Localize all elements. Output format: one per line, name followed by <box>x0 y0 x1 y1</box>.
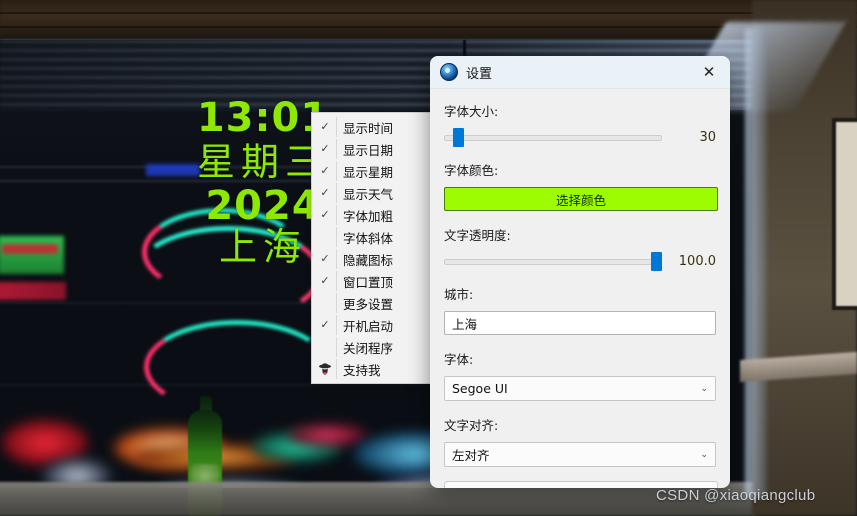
menu-item-label: 字体加粗 <box>343 208 394 224</box>
menu-item-more-settings[interactable]: 更多设置 <box>312 292 430 314</box>
menu-item-label: 显示时间 <box>343 120 394 136</box>
person-icon <box>314 362 336 376</box>
menu-item-font-italic[interactable]: 字体斜体 <box>312 226 430 248</box>
check-icon: ✓ <box>320 143 330 155</box>
check-icon: ✓ <box>320 319 330 331</box>
menu-item-label: 隐藏图标 <box>343 252 394 268</box>
menu-gutter-divider <box>336 293 337 313</box>
menu-item-font-bold[interactable]: ✓ 字体加粗 <box>312 204 430 226</box>
menu-gutter-divider <box>336 205 337 225</box>
check-icon: ✓ <box>320 275 330 287</box>
font-size-row: 30 <box>444 128 716 147</box>
chevron-down-icon: ⌄ <box>700 383 708 394</box>
check-icon: ✓ <box>320 165 330 177</box>
menu-gutter-divider <box>336 183 337 203</box>
menu-item-show-time[interactable]: ✓ 显示时间 <box>312 116 430 138</box>
menu-item-always-on-top[interactable]: ✓ 窗口置顶 <box>312 270 430 292</box>
menu-item-label: 字体斜体 <box>343 230 394 246</box>
menu-item-hide-icon[interactable]: ✓ 隐藏图标 <box>312 248 430 270</box>
font-color-label: 字体颜色: <box>444 163 499 178</box>
choose-color-button[interactable]: 选择颜色 <box>444 187 718 211</box>
opacity-label: 文字透明度: <box>444 228 511 243</box>
menu-item-support-me[interactable]: 支持我 <box>312 358 430 380</box>
menu-gutter-divider <box>336 271 337 291</box>
opacity-value: 100.0 <box>678 253 716 269</box>
check-icon: ✓ <box>320 209 330 221</box>
framed-picture <box>832 118 857 310</box>
app-icon <box>440 63 458 81</box>
font-size-label: 字体大小: <box>444 104 499 119</box>
menu-item-label: 显示日期 <box>343 142 394 158</box>
menu-item-label: 开机启动 <box>343 318 394 334</box>
check-icon: ✓ <box>320 253 330 265</box>
menu-gutter-divider <box>336 315 337 335</box>
font-size-slider[interactable] <box>444 128 662 147</box>
dialog-body: 字体大小: 30 字体颜色: 选择颜色 文字透明度: 100.0 城市: 上海 <box>430 89 730 488</box>
city-input[interactable]: 上海 <box>444 311 716 335</box>
menu-item-label: 显示星期 <box>343 164 394 180</box>
check-icon: ✓ <box>320 121 330 133</box>
screen: 13:01 星期三 2024 上海 ✓ 显示时间 ✓ 显示日期 ✓ 显示星期 ✓… <box>0 0 857 516</box>
city-label: 城市: <box>444 287 474 302</box>
menu-gutter-divider <box>336 337 337 357</box>
text-align-select[interactable]: 左对齐 ⌄ <box>444 442 716 467</box>
dialog-title-bar[interactable]: 设置 ✕ <box>430 56 730 89</box>
font-size-value: 30 <box>699 129 716 145</box>
font-family-value: Segoe UI <box>452 381 508 396</box>
menu-item-close-program[interactable]: 关闭程序 <box>312 336 430 358</box>
settings-dialog[interactable]: 设置 ✕ 字体大小: 30 字体颜色: 选择颜色 文字透明度: 100.0 城市… <box>430 56 730 488</box>
chevron-down-icon: ⌄ <box>700 449 708 460</box>
menu-item-label: 更多设置 <box>343 296 394 312</box>
slider-track <box>444 259 662 265</box>
slider-track <box>444 135 662 141</box>
opacity-slider[interactable] <box>444 252 662 271</box>
font-family-label: 字体: <box>444 352 474 367</box>
slider-thumb[interactable] <box>651 252 662 271</box>
slider-thumb[interactable] <box>452 128 464 147</box>
window-edge-light <box>745 28 767 498</box>
text-align-label: 文字对齐: <box>444 418 499 433</box>
menu-gutter-divider <box>336 249 337 269</box>
menu-item-run-at-startup[interactable]: ✓ 开机启动 <box>312 314 430 336</box>
menu-item-show-weekday[interactable]: ✓ 显示星期 <box>312 160 430 182</box>
menu-item-show-date[interactable]: ✓ 显示日期 <box>312 138 430 160</box>
menu-gutter-divider <box>336 117 337 137</box>
watermark: CSDN @xiaoqiangclub <box>656 487 816 504</box>
text-align-value: 左对齐 <box>452 448 490 463</box>
context-menu[interactable]: ✓ 显示时间 ✓ 显示日期 ✓ 显示星期 ✓ 显示天气 ✓ 字体加粗 字体斜体 … <box>311 112 431 384</box>
menu-item-label: 支持我 <box>343 362 381 378</box>
ceiling-line <box>0 12 857 14</box>
menu-item-label: 窗口置顶 <box>343 274 394 290</box>
menu-gutter-divider <box>336 139 337 159</box>
menu-item-label: 关闭程序 <box>343 340 394 356</box>
menu-gutter-divider <box>336 161 337 181</box>
opacity-row: 100.0 <box>444 252 716 271</box>
close-icon[interactable]: ✕ <box>692 57 726 87</box>
dialog-title: 设置 <box>466 66 493 82</box>
menu-gutter-divider <box>336 227 337 247</box>
font-family-select[interactable]: Segoe UI ⌄ <box>444 376 716 401</box>
menu-item-show-weather[interactable]: ✓ 显示天气 <box>312 182 430 204</box>
menu-item-label: 显示天气 <box>343 186 394 202</box>
menu-gutter-divider <box>336 359 337 379</box>
check-icon: ✓ <box>320 187 330 199</box>
